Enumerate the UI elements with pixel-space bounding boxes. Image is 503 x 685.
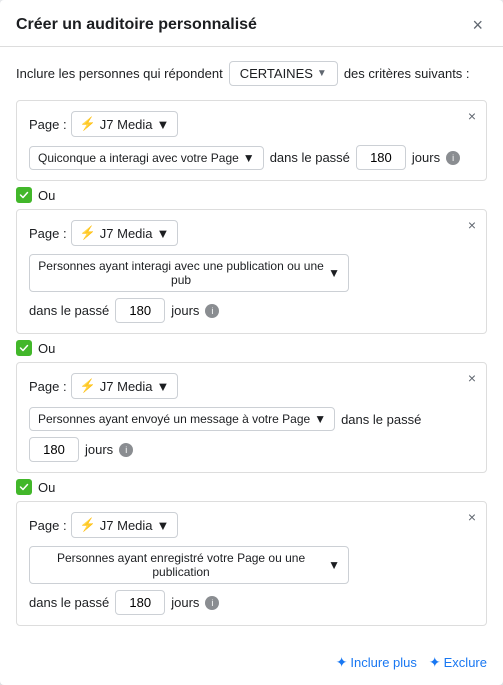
- remove-block-3-button[interactable]: ×: [468, 371, 476, 385]
- page-row-3: Page : ⚡ J7 Media ▼: [29, 373, 474, 399]
- page-row-4: Page : ⚡ J7 Media ▼: [29, 512, 474, 538]
- condition-row-2: Personnes ayant interagi avec une public…: [29, 254, 474, 292]
- exclude-button[interactable]: ✦ Exclure: [429, 654, 487, 671]
- page-caret-3: ▼: [157, 379, 170, 394]
- jours-label-4: jours: [171, 595, 199, 610]
- page-caret-4: ▼: [157, 518, 170, 533]
- page-label-2: Page :: [29, 226, 67, 241]
- page-row-1: Page : ⚡ J7 Media ▼: [29, 111, 474, 137]
- dans-label-4: dans le passé: [29, 595, 109, 610]
- condition-caret-4: ▼: [328, 558, 340, 572]
- page-label-4: Page :: [29, 518, 67, 533]
- ou-label-2: Ou: [38, 341, 55, 356]
- page-icon-1: ⚡: [80, 116, 96, 132]
- condition-caret-3: ▼: [314, 412, 326, 426]
- page-select-1[interactable]: ⚡ J7 Media ▼: [71, 111, 179, 137]
- intro-text-before: Inclure les personnes qui répondent: [16, 66, 223, 81]
- condition-caret-2: ▼: [328, 266, 340, 280]
- minus-icon: ✦: [429, 654, 441, 671]
- ou-check-icon-2: [16, 340, 32, 356]
- page-icon-3: ⚡: [80, 378, 96, 394]
- include-plus-button[interactable]: ✦ Inclure plus: [336, 654, 417, 671]
- jours-label-3: jours: [85, 442, 113, 457]
- info-icon-2[interactable]: i: [205, 304, 219, 318]
- days-input-4[interactable]: [115, 590, 165, 615]
- ou-separator-1: Ou: [16, 187, 487, 203]
- dans-label-3: dans le passé: [341, 412, 421, 427]
- ou-label-3: Ou: [38, 480, 55, 495]
- condition-label-3: Personnes ayant envoyé un message à votr…: [38, 412, 310, 426]
- page-icon-2: ⚡: [80, 225, 96, 241]
- condition-label-1: Quiconque a interagi avec votre Page: [38, 151, 239, 165]
- modal: Créer un auditoire personnalisé × Inclur…: [0, 0, 503, 685]
- remove-block-1-button[interactable]: ×: [468, 109, 476, 123]
- ou-check-icon-1: [16, 187, 32, 203]
- condition-row-4b: dans le passé jours i: [29, 590, 474, 615]
- ou-separator-2: Ou: [16, 340, 487, 356]
- modal-body: Inclure les personnes qui répondent CERT…: [0, 47, 503, 644]
- include-plus-label: Inclure plus: [350, 655, 416, 670]
- dans-label-1: dans le passé: [270, 150, 350, 165]
- page-select-3[interactable]: ⚡ J7 Media ▼: [71, 373, 179, 399]
- criteria-select-label: CERTAINES: [240, 66, 313, 81]
- condition-label-2: Personnes ayant interagi avec une public…: [38, 259, 324, 287]
- condition-select-2[interactable]: Personnes ayant interagi avec une public…: [29, 254, 349, 292]
- remove-block-2-button[interactable]: ×: [468, 218, 476, 232]
- intro-text-after: des critères suivants :: [344, 66, 470, 81]
- page-name-2: J7 Media: [100, 226, 153, 241]
- modal-header: Créer un auditoire personnalisé ×: [0, 0, 503, 47]
- page-label-1: Page :: [29, 117, 67, 132]
- page-name-3: J7 Media: [100, 379, 153, 394]
- condition-select-1[interactable]: Quiconque a interagi avec votre Page ▼: [29, 146, 264, 170]
- info-icon-3[interactable]: i: [119, 443, 133, 457]
- days-input-1[interactable]: [356, 145, 406, 170]
- condition-label-4: Personnes ayant enregistré votre Page ou…: [38, 551, 324, 579]
- ou-separator-3: Ou: [16, 479, 487, 495]
- criteria-block-3: × Page : ⚡ J7 Media ▼ Personnes ayant en…: [16, 362, 487, 473]
- days-input-3[interactable]: [29, 437, 79, 462]
- page-caret-1: ▼: [157, 117, 170, 132]
- page-caret-2: ▼: [157, 226, 170, 241]
- condition-row-3: Personnes ayant envoyé un message à votr…: [29, 407, 474, 462]
- condition-select-4[interactable]: Personnes ayant enregistré votre Page ou…: [29, 546, 349, 584]
- criteria-select-button[interactable]: CERTAINES ▼: [229, 61, 338, 86]
- remove-block-4-button[interactable]: ×: [468, 510, 476, 524]
- info-icon-4[interactable]: i: [205, 596, 219, 610]
- page-select-4[interactable]: ⚡ J7 Media ▼: [71, 512, 179, 538]
- condition-row-1: Quiconque a interagi avec votre Page ▼ d…: [29, 145, 474, 170]
- dans-label-2: dans le passé: [29, 303, 109, 318]
- ou-check-icon-3: [16, 479, 32, 495]
- page-select-2[interactable]: ⚡ J7 Media ▼: [71, 220, 179, 246]
- jours-label-1: jours: [412, 150, 440, 165]
- intro-line: Inclure les personnes qui répondent CERT…: [16, 61, 487, 86]
- days-input-2[interactable]: [115, 298, 165, 323]
- condition-select-3[interactable]: Personnes ayant envoyé un message à votr…: [29, 407, 335, 431]
- plus-icon: ✦: [336, 654, 348, 671]
- condition-caret-1: ▼: [243, 151, 255, 165]
- page-name-4: J7 Media: [100, 518, 153, 533]
- info-icon-1[interactable]: i: [446, 151, 460, 165]
- footer-actions: ✦ Inclure plus ✦ Exclure: [0, 644, 503, 685]
- criteria-block-1: × Page : ⚡ J7 Media ▼ Quiconque a intera…: [16, 100, 487, 181]
- page-name-1: J7 Media: [100, 117, 153, 132]
- criteria-caret-icon: ▼: [317, 68, 327, 79]
- condition-row-4: Personnes ayant enregistré votre Page ou…: [29, 546, 474, 584]
- condition-row-2b: dans le passé jours i: [29, 298, 474, 323]
- criteria-block-2: × Page : ⚡ J7 Media ▼ Personnes ayant in…: [16, 209, 487, 334]
- exclude-label: Exclure: [444, 655, 487, 670]
- modal-title: Créer un auditoire personnalisé: [16, 16, 257, 34]
- jours-label-2: jours: [171, 303, 199, 318]
- modal-close-button[interactable]: ×: [468, 14, 487, 36]
- ou-label-1: Ou: [38, 188, 55, 203]
- criteria-block-4: × Page : ⚡ J7 Media ▼ Personnes ayant en…: [16, 501, 487, 626]
- page-label-3: Page :: [29, 379, 67, 394]
- page-row-2: Page : ⚡ J7 Media ▼: [29, 220, 474, 246]
